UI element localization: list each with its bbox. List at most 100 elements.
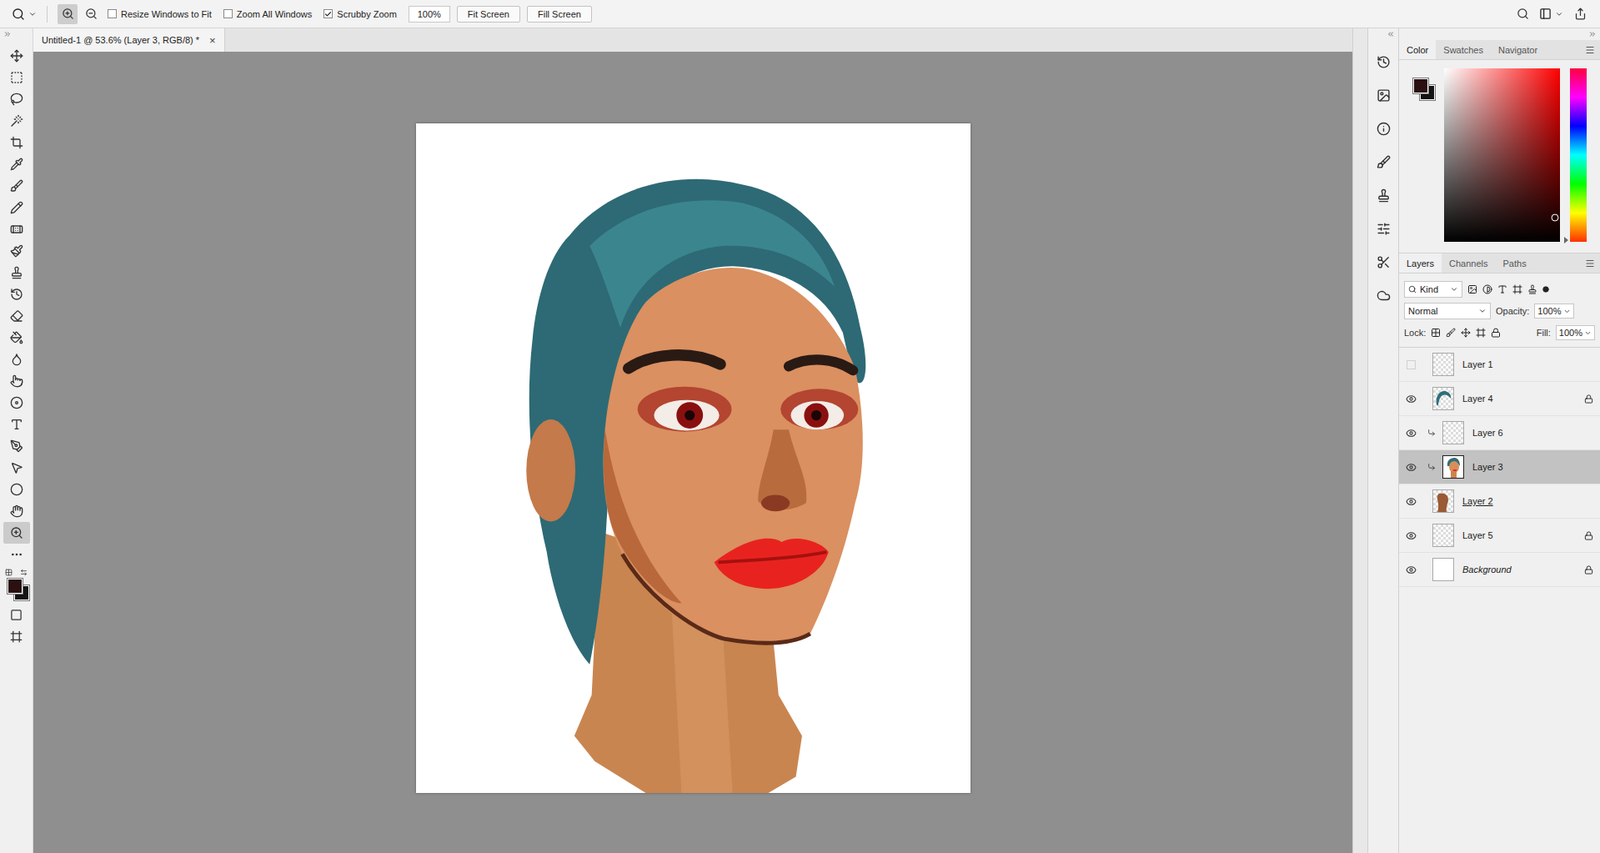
visibility-toggle[interactable] — [1399, 496, 1423, 507]
collapse-toggle[interactable] — [1368, 28, 1399, 41]
smart-object-filter-icon[interactable] — [1527, 284, 1538, 295]
visibility-toggle[interactable] — [1399, 393, 1423, 405]
checkbox-box[interactable] — [323, 9, 333, 19]
visibility-toggle[interactable] — [1399, 360, 1423, 370]
hand-tool[interactable] — [3, 500, 31, 522]
history-panel-button[interactable] — [1371, 50, 1395, 74]
quick-mask-button[interactable] — [3, 603, 31, 626]
sponge-tool[interactable] — [3, 391, 31, 414]
layer-row[interactable]: Layer 6 — [1399, 416, 1600, 451]
layer-row[interactable]: Layer 5 — [1399, 518, 1600, 553]
lock-artboard-icon[interactable] — [1475, 327, 1486, 338]
search-button[interactable] — [1512, 4, 1533, 25]
visibility-toggle[interactable] — [1399, 564, 1423, 576]
blur-tool[interactable] — [3, 348, 31, 371]
ellipse-tool[interactable] — [3, 478, 31, 501]
zoom-tool[interactable] — [3, 521, 31, 544]
zoom-out-button[interactable] — [80, 4, 101, 25]
pencil-tool[interactable] — [3, 196, 31, 219]
layer-name[interactable]: Layer 5 — [1459, 530, 1580, 541]
panel-tab[interactable]: Channels — [1441, 253, 1495, 273]
collapse-toggle[interactable] — [1399, 28, 1600, 41]
layer-name[interactable]: Layer 6 — [1469, 427, 1594, 438]
paint-bucket-tool[interactable] — [3, 326, 31, 349]
option-checkbox[interactable]: Zoom All Windows — [223, 9, 312, 20]
adjustments-panel-button[interactable] — [1371, 216, 1395, 241]
document-canvas[interactable] — [416, 123, 971, 793]
marquee-tool[interactable] — [3, 66, 31, 89]
share-button[interactable] — [1569, 4, 1590, 25]
panel-tab[interactable]: Layers — [1399, 253, 1442, 273]
panel-menu[interactable] — [1584, 253, 1600, 273]
eraser-tool[interactable] — [3, 305, 31, 327]
fill-field[interactable]: 100% — [1555, 325, 1595, 341]
shape-filter-icon[interactable] — [1512, 284, 1523, 295]
libraries-panel-button[interactable] — [1371, 283, 1395, 307]
hue-marker[interactable] — [1564, 236, 1569, 244]
pen-tool[interactable] — [3, 435, 31, 457]
lock-pixels-icon[interactable] — [1445, 327, 1456, 338]
layer-row[interactable]: Layer 1 — [1399, 347, 1600, 382]
checkbox-box[interactable] — [223, 9, 233, 19]
brush-tool[interactable] — [3, 175, 31, 197]
mixer-brush-tool[interactable] — [3, 240, 31, 262]
lock-position-icon[interactable] — [1460, 327, 1471, 338]
layer-name[interactable]: Layer 1 — [1459, 359, 1594, 370]
panel-tab[interactable]: Paths — [1495, 253, 1535, 273]
lock-transparency-icon[interactable] — [1430, 327, 1441, 338]
color-field[interactable] — [1444, 68, 1560, 242]
panel-tab[interactable]: Color — [1399, 40, 1436, 60]
filter-select[interactable]: Kind — [1404, 280, 1463, 298]
layer-row[interactable]: Layer 2 — [1399, 484, 1600, 519]
adjustment-filter-icon[interactable] — [1482, 284, 1493, 295]
layer-name[interactable]: Layer 2 — [1459, 496, 1594, 507]
clone-source-panel-button[interactable] — [1371, 183, 1395, 207]
layer-row[interactable]: Layer 3 — [1399, 450, 1600, 485]
default-colors[interactable] — [5, 568, 13, 577]
foreground-swatch[interactable] — [1413, 78, 1429, 94]
hue-slider[interactable] — [1569, 68, 1587, 242]
lock-all-icon[interactable] — [1490, 327, 1501, 338]
layer-name[interactable]: Layer 4 — [1459, 393, 1580, 404]
color-swatches[interactable] — [3, 568, 31, 601]
brush-settings-panel-button[interactable] — [1371, 150, 1395, 174]
option-checkbox[interactable]: Scrubby Zoom — [323, 9, 397, 20]
close-tab-button[interactable]: × — [209, 34, 216, 47]
quick-select-tool[interactable] — [3, 110, 31, 132]
opacity-field[interactable]: 100% — [1534, 303, 1574, 319]
type-tool[interactable] — [3, 413, 31, 436]
info-panel-button[interactable] — [1371, 116, 1395, 141]
panel-menu[interactable] — [1584, 40, 1600, 60]
collapse-toggle[interactable] — [0, 28, 33, 41]
checkbox-box[interactable] — [107, 9, 117, 19]
visibility-toggle[interactable] — [1399, 530, 1423, 542]
visibility-toggle[interactable] — [1399, 427, 1423, 439]
option-checkbox[interactable]: Resize Windows to Fit — [107, 9, 212, 20]
color-swatches[interactable] — [1409, 68, 1435, 94]
tool-preset-picker[interactable] — [11, 7, 37, 21]
panel-tab[interactable]: Navigator — [1490, 40, 1545, 60]
layer-name[interactable]: Layer 3 — [1469, 461, 1594, 472]
tool-presets-panel-button[interactable] — [1371, 250, 1395, 274]
crop-tool[interactable] — [3, 131, 31, 154]
workspace-switcher[interactable] — [1539, 7, 1564, 21]
layer-row[interactable]: Layer 4 — [1399, 381, 1600, 417]
zoom-button[interactable]: Fit Screen — [456, 5, 521, 23]
clone-stamp-tool[interactable] — [3, 261, 31, 284]
zoom-in-button[interactable] — [57, 4, 78, 25]
more-tool[interactable] — [3, 543, 31, 566]
type-filter-icon[interactable] — [1497, 284, 1508, 295]
properties-panel-button[interactable] — [1371, 83, 1395, 107]
zoom-field[interactable]: 100% — [408, 5, 451, 23]
document-tab[interactable]: Untitled-1 @ 53.6% (Layer 3, RGB/8) *× — [33, 28, 226, 52]
move-tool[interactable] — [3, 45, 31, 67]
screen-mode-button[interactable] — [3, 625, 31, 648]
pixel-filter-icon[interactable] — [1467, 284, 1478, 295]
smudge-tool[interactable] — [3, 370, 31, 392]
swap-colors[interactable] — [20, 568, 28, 577]
blend-mode-select[interactable]: Normal — [1404, 302, 1491, 320]
lasso-tool[interactable] — [3, 88, 31, 111]
layer-row[interactable]: Background — [1399, 552, 1600, 587]
history-brush-tool[interactable] — [3, 283, 31, 306]
eyedropper-tool[interactable] — [3, 153, 31, 176]
